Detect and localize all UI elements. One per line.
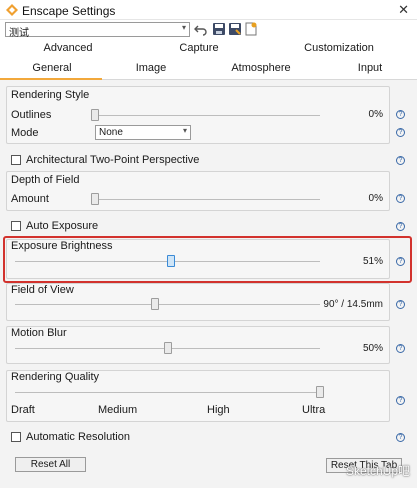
- mode-dropdown[interactable]: None ▾: [95, 125, 191, 140]
- tab-row-secondary: Advanced Capture Customization: [0, 40, 417, 58]
- exposure-brightness-value: 51%: [362, 256, 383, 267]
- help-icon[interactable]: ?: [396, 128, 405, 137]
- outlines-label: Outlines: [11, 109, 52, 121]
- field-of-view-slider-track[interactable]: [15, 304, 320, 305]
- help-icon[interactable]: ?: [396, 433, 405, 442]
- title-bar: Enscape Settings ✕: [0, 0, 417, 20]
- help-icon[interactable]: ?: [396, 344, 405, 353]
- depth-of-field-slider-track[interactable]: [95, 199, 320, 200]
- depth-of-field-slider-thumb[interactable]: [91, 193, 99, 205]
- auto-exposure-label: Auto Exposure: [26, 220, 99, 232]
- mode-label: Mode: [11, 127, 39, 139]
- help-icon[interactable]: ?: [396, 194, 405, 203]
- depth-of-field-header: Depth of Field: [11, 174, 80, 186]
- field-of-view-slider-thumb[interactable]: [151, 298, 160, 310]
- tab-capture[interactable]: Capture: [179, 42, 218, 54]
- tab-general[interactable]: General: [32, 62, 71, 74]
- window-title: Enscape Settings: [22, 4, 116, 18]
- chevron-down-icon: ▾: [182, 126, 187, 135]
- tab-row-primary: General Image Atmosphere Input: [0, 60, 417, 80]
- two-point-perspective-checkbox[interactable]: [11, 155, 21, 165]
- exposure-brightness-header: Exposure Brightness: [11, 240, 113, 252]
- reset-all-button[interactable]: Reset All: [15, 457, 86, 472]
- depth-of-field-value: 0%: [368, 193, 383, 204]
- help-icon[interactable]: ?: [396, 300, 405, 309]
- enscape-logo-icon: [6, 4, 18, 16]
- rendering-quality-slider-track[interactable]: [15, 392, 320, 393]
- save-as-icon[interactable]: [228, 22, 242, 36]
- rendering-style-header: Rendering Style: [11, 89, 90, 101]
- tab-advanced[interactable]: Advanced: [44, 42, 93, 54]
- new-preset-icon[interactable]: [244, 22, 258, 36]
- motion-blur-slider-thumb[interactable]: [163, 342, 172, 354]
- tab-atmosphere[interactable]: Atmosphere: [231, 62, 290, 74]
- auto-exposure-checkbox[interactable]: [11, 221, 21, 231]
- outlines-value: 0%: [368, 109, 383, 120]
- help-icon[interactable]: ?: [396, 222, 405, 231]
- rendering-quality-slider-thumb[interactable]: [316, 386, 324, 398]
- tab-input[interactable]: Input: [358, 62, 382, 74]
- automatic-resolution-label: Automatic Resolution: [26, 431, 130, 443]
- rendering-quality-header: Rendering Quality: [11, 371, 100, 383]
- help-icon[interactable]: ?: [396, 156, 405, 165]
- quality-tick-ultra: Ultra: [302, 404, 326, 416]
- preset-value: 测试: [9, 28, 29, 39]
- help-icon[interactable]: ?: [396, 110, 405, 119]
- exposure-brightness-slider-thumb[interactable]: [166, 255, 175, 267]
- motion-blur-header: Motion Blur: [11, 327, 67, 339]
- preset-dropdown[interactable]: 测试 ▾: [5, 22, 190, 39]
- tab-image[interactable]: Image: [136, 62, 167, 74]
- chevron-down-icon: ▾: [181, 23, 186, 32]
- watermark-text: SketchUp吧: [346, 464, 411, 478]
- quality-tick-draft: Draft: [11, 404, 35, 416]
- two-point-perspective-label: Architectural Two-Point Perspective: [26, 154, 200, 166]
- undo-icon[interactable]: [194, 22, 208, 36]
- help-icon[interactable]: ?: [396, 257, 405, 266]
- close-window-button[interactable]: ✕: [398, 2, 409, 18]
- quality-tick-high: High: [207, 404, 230, 416]
- mode-value: None: [99, 127, 123, 138]
- motion-blur-value: 50%: [362, 343, 383, 354]
- field-of-view-header: Field of View: [11, 284, 74, 296]
- help-icon[interactable]: ?: [396, 396, 405, 405]
- amount-label: Amount: [11, 193, 49, 205]
- tab-customization[interactable]: Customization: [304, 42, 374, 54]
- field-of-view-value: 90° / 14.5mm: [323, 299, 383, 310]
- outlines-slider-thumb[interactable]: [91, 109, 99, 121]
- save-icon[interactable]: [212, 22, 226, 36]
- quality-tick-medium: Medium: [98, 404, 138, 416]
- outlines-slider-track[interactable]: [95, 115, 320, 116]
- automatic-resolution-checkbox[interactable]: [11, 432, 21, 442]
